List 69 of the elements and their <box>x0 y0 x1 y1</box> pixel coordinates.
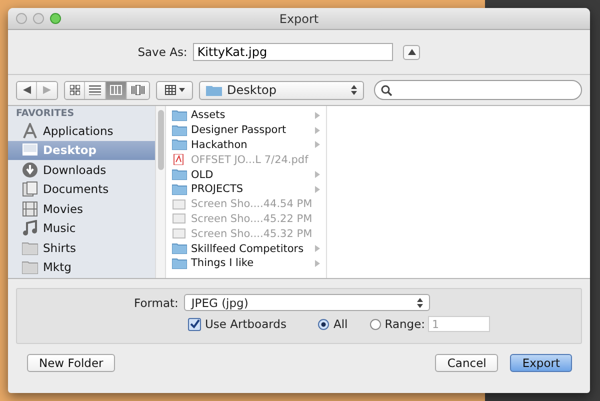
back-button[interactable] <box>17 82 37 98</box>
location-popup[interactable]: Desktop <box>199 80 364 100</box>
file-row[interactable]: Assets <box>166 108 326 123</box>
view-mode-button[interactable] <box>85 82 106 98</box>
folder-icon <box>172 243 187 254</box>
file-row[interactable]: OLD <box>166 167 326 182</box>
view-mode-control[interactable] <box>64 80 150 100</box>
sidebar-item[interactable]: Downloads <box>8 160 155 180</box>
sidebar-item[interactable]: Mktg <box>8 258 155 277</box>
collapse-button[interactable] <box>403 44 420 60</box>
zoom-button[interactable] <box>50 13 61 24</box>
sidebar-item[interactable]: Movies <box>8 199 155 218</box>
columns-icon <box>110 85 122 95</box>
folder-icon <box>172 110 187 121</box>
cancel-button[interactable]: Cancel <box>435 354 498 372</box>
folder-icon <box>172 139 187 150</box>
grid-dropdown-icon <box>164 85 184 95</box>
arrange-button[interactable] <box>156 80 193 100</box>
file-row[interactable]: Hackathon <box>166 138 326 152</box>
triangle-right-icon <box>43 86 51 94</box>
export-button[interactable]: Export <box>510 354 572 372</box>
documents-icon <box>22 181 38 198</box>
triangle-left-icon <box>22 86 30 94</box>
folder-icon <box>172 258 187 269</box>
list-icon <box>89 85 101 95</box>
image-file-icon <box>172 213 187 224</box>
film-icon <box>22 200 38 217</box>
navigation-control[interactable] <box>16 80 58 100</box>
folder-icon <box>206 84 222 96</box>
folder-icon <box>22 260 38 274</box>
letter-a-icon <box>22 122 38 139</box>
download-icon <box>22 162 38 178</box>
checkmark-icon <box>190 319 200 329</box>
file-row[interactable]: Things I like <box>166 256 326 271</box>
window-title: Export <box>279 12 319 26</box>
monitor-icon <box>22 142 38 158</box>
save-as-label: Save As: <box>138 45 188 59</box>
sidebar-item[interactable]: Music <box>8 218 155 238</box>
image-file-icon <box>172 198 187 210</box>
file-name-field[interactable]: KittyKat.jpg <box>193 43 394 61</box>
music-note-icon <box>22 220 38 236</box>
sidebar-item[interactable]: Shirts <box>8 238 155 258</box>
folder-icon <box>172 184 187 195</box>
file-row[interactable]: Skillfeed Competitors <box>166 241 326 256</box>
folder-icon <box>172 124 187 136</box>
folder-icon <box>22 240 38 255</box>
file-row[interactable]: PROJECTS <box>166 182 326 197</box>
image-file-icon <box>172 228 187 240</box>
sidebar-item[interactable]: Applications <box>8 121 155 140</box>
up-down-arrows-icon <box>351 85 357 95</box>
search-field[interactable] <box>374 80 582 100</box>
up-down-arrows-icon <box>417 298 424 308</box>
search-icon <box>381 84 392 96</box>
file-row[interactable]: Designer Passport <box>166 122 326 138</box>
triangle-up-icon <box>408 49 416 55</box>
view-mode-button[interactable] <box>65 82 85 98</box>
radio-button[interactable]: All <box>318 317 348 331</box>
grid-icon <box>70 85 80 95</box>
new-folder-button[interactable]: New Folder <box>27 354 116 372</box>
sidebar-item[interactable]: Documents <box>8 180 155 199</box>
radio-button[interactable]: Range: <box>370 317 426 331</box>
scroll-thumb[interactable] <box>158 110 164 170</box>
format-popup[interactable]: JPEG (jpg) <box>184 294 430 311</box>
view-mode-button[interactable] <box>127 82 149 98</box>
sidebar-heading: FAVORITES <box>15 108 76 121</box>
use-artboards-checkbox[interactable]: Use Artboards <box>188 317 286 331</box>
cover-flow-icon <box>131 85 145 95</box>
format-label: Format: <box>134 296 178 310</box>
folder-icon <box>172 169 187 180</box>
